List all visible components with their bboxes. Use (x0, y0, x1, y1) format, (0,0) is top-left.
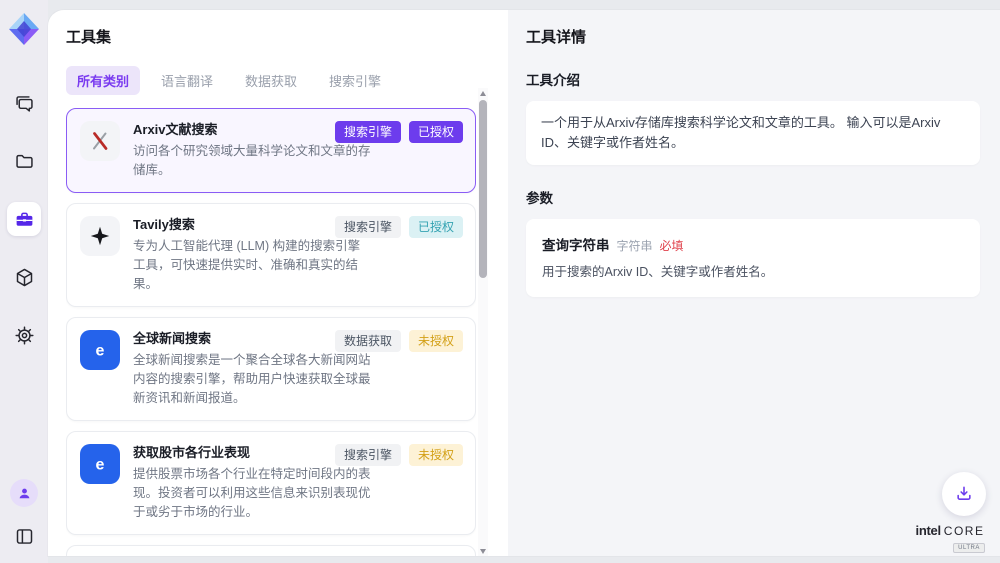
download-button[interactable] (942, 472, 986, 516)
rail-bottom (7, 479, 41, 553)
parameter-name: 查询字符串 (542, 234, 610, 254)
parameter-description: 用于搜索的Arxiv ID、关键字或作者姓名。 (542, 263, 964, 282)
left-icon-rail (0, 0, 48, 563)
tool-description: 访问各个研究领域大量科学论文和文章的存储库。 (133, 142, 371, 180)
category-tabs: 所有类别 语言翻译 数据获取 搜索引擎 (66, 66, 508, 95)
intel-core-logo: intel core Ultra (910, 524, 990, 553)
chat-icon[interactable] (7, 86, 41, 120)
tool-list-scrollbar[interactable] (478, 88, 488, 556)
download-icon (954, 484, 974, 504)
tool-card-active-stocks[interactable]: e 获取市场最活跃股票信息 提供当天交易量最高的股票列表，投资者可以利用这些信息… (66, 545, 476, 556)
toolbox-icon[interactable] (7, 202, 41, 236)
detail-title: 工具详情 (526, 26, 980, 47)
auth-status-badge: 未授权 (409, 444, 463, 466)
auth-status-badge: 未授权 (409, 330, 463, 352)
folder-icon[interactable] (7, 144, 41, 178)
tool-card-sector-performance[interactable]: e 获取股市各行业表现 提供股票市场各个行业在特定时间段内的表现。投资者可以利用… (66, 431, 476, 535)
parameter-required-badge: 必填 (660, 237, 684, 254)
tab-data-fetching[interactable]: 数据获取 (234, 66, 308, 95)
category-badge: 搜索引擎 (335, 121, 401, 143)
auth-status-badge: 已授权 (409, 216, 463, 238)
tool-list: Arxiv文献搜索 访问各个研究领域大量科学论文和文章的存储库。 搜索引擎 已授… (66, 108, 476, 556)
category-badge: 搜索引擎 (335, 444, 401, 466)
tab-search-engine[interactable]: 搜索引擎 (318, 66, 392, 95)
tool-card-arxiv[interactable]: Arxiv文献搜索 访问各个研究领域大量科学论文和文章的存储库。 搜索引擎 已授… (66, 108, 476, 193)
cube-icon[interactable] (7, 260, 41, 294)
tool-badges: 数据获取 未授权 (335, 330, 463, 352)
scroll-down-arrow-icon[interactable] (478, 546, 488, 556)
toolset-panel: 工具集 所有类别 语言翻译 数据获取 搜索引擎 Arxiv文献搜索 访问各个研究… (48, 10, 508, 556)
parameter-item: 查询字符串 字符串 必填 用于搜索的Arxiv ID、关键字或作者姓名。 (526, 219, 980, 297)
tool-card-global-news[interactable]: e 全球新闻搜索 全球新闻搜索是一个聚合全球各大新闻网站内容的搜索引擎，帮助用户… (66, 317, 476, 421)
main-panel: 工具集 所有类别 语言翻译 数据获取 搜索引擎 Arxiv文献搜索 访问各个研究… (48, 10, 1000, 556)
rail-nav (7, 86, 41, 352)
intro-text: 一个用于从Arxiv存储库搜索科学论文和文章的工具。 输入可以是Arxiv ID… (526, 101, 980, 165)
tool-card-tavily[interactable]: Tavily搜索 专为人工智能代理 (LLM) 构建的搜索引擎工具，可快速提供实… (66, 203, 476, 307)
tool-badges: 搜索引擎 已授权 (335, 121, 463, 143)
global-news-icon: e (80, 330, 120, 370)
arxiv-icon (80, 121, 120, 161)
tavily-star-icon (80, 216, 120, 256)
tool-description: 提供股票市场各个行业在特定时间段内的表现。投资者可以利用这些信息来识别表现优于或… (133, 465, 371, 522)
intro-heading: 工具介绍 (526, 69, 980, 89)
intel-wordmark: intel core (910, 524, 990, 537)
user-avatar[interactable] (10, 479, 38, 507)
scrollbar-thumb[interactable] (479, 100, 487, 278)
tool-detail-panel: 工具详情 工具介绍 一个用于从Arxiv存储库搜索科学论文和文章的工具。 输入可… (508, 10, 1000, 556)
tab-all-categories[interactable]: 所有类别 (66, 66, 140, 95)
intel-brand-text: intel (916, 524, 941, 537)
settings-gear-icon[interactable] (7, 318, 41, 352)
params-heading: 参数 (526, 187, 980, 207)
tab-language-translation[interactable]: 语言翻译 (150, 66, 224, 95)
tool-badges: 搜索引擎 未授权 (335, 444, 463, 466)
auth-status-badge: 已授权 (409, 121, 463, 143)
svg-text:e: e (96, 343, 105, 360)
toolset-title: 工具集 (66, 26, 508, 47)
scrollbar-track[interactable] (478, 98, 488, 546)
category-badge: 数据获取 (335, 330, 401, 352)
app-logo (7, 12, 41, 46)
intel-product-text: core (944, 525, 985, 537)
tool-description: 全球新闻搜索是一个聚合全球各大新闻网站内容的搜索引擎，帮助用户快速获取全球最新资… (133, 351, 371, 408)
tool-description: 专为人工智能代理 (LLM) 构建的搜索引擎工具，可快速提供实时、准确和真实的结… (133, 237, 371, 294)
svg-text:e: e (96, 457, 105, 474)
category-badge: 搜索引擎 (335, 216, 401, 238)
collapse-panel-icon[interactable] (7, 519, 41, 553)
tool-badges: 搜索引擎 已授权 (335, 216, 463, 238)
finance-icon: e (80, 444, 120, 484)
parameter-head: 查询字符串 字符串 必填 (542, 234, 964, 254)
parameter-type: 字符串 (617, 237, 653, 254)
scroll-up-arrow-icon[interactable] (478, 88, 488, 98)
intel-tier-badge: Ultra (953, 543, 985, 553)
